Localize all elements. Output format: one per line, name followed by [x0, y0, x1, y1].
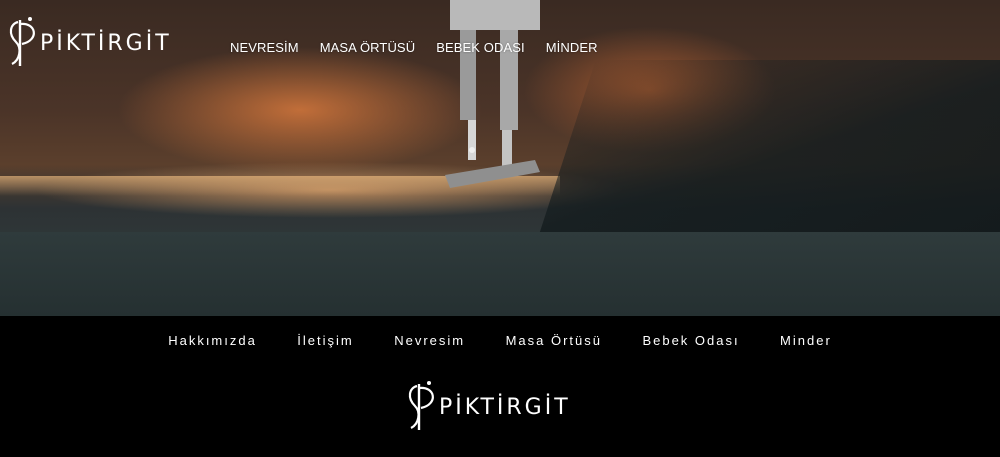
nav-bebek-odasi[interactable]: BEBEK ODASI — [436, 40, 525, 58]
site-header: PİKTİRGİT NEVRESİM MASA ÖRTÜSÜ BEBEK ODA… — [0, 0, 1000, 96]
brand-logo-link[interactable]: PİKTİRGİT — [6, 16, 192, 70]
footer-link-iletisim[interactable]: İletişim — [297, 333, 353, 348]
nav-minder[interactable]: MİNDER — [546, 40, 598, 58]
footer-link-hakkimizda[interactable]: Hakkımızda — [168, 333, 257, 348]
footer-link-nevresim[interactable]: Nevresim — [394, 333, 465, 348]
footer-logo: PİKTİRGİT — [408, 381, 571, 430]
brand-logo: PİKTİRGİT — [9, 17, 172, 66]
brand-wordmark: PİKTİRGİT — [40, 30, 172, 56]
footer-logo-link[interactable]: PİKTİRGİT — [405, 380, 595, 432]
footer-link-minder[interactable]: Minder — [780, 333, 832, 348]
footer-wordmark: PİKTİRGİT — [439, 394, 571, 420]
nav-nevresim[interactable]: NEVRESİM — [230, 40, 299, 58]
footer-link-masa-ortusu[interactable]: Masa Örtüsü — [506, 333, 602, 348]
nav-masa-ortusu[interactable]: MASA ÖRTÜSÜ — [320, 40, 416, 58]
footer-nav: Hakkımızda İletişim Nevresim Masa Örtüsü… — [0, 332, 1000, 350]
hero-table-surface — [0, 232, 1000, 316]
top-nav: NEVRESİM MASA ÖRTÜSÜ BEBEK ODASI MİNDER — [230, 40, 619, 58]
site-footer: Hakkımızda İletişim Nevresim Masa Örtüsü… — [0, 316, 1000, 457]
footer-link-bebek-odasi[interactable]: Bebek Odası — [642, 333, 739, 348]
